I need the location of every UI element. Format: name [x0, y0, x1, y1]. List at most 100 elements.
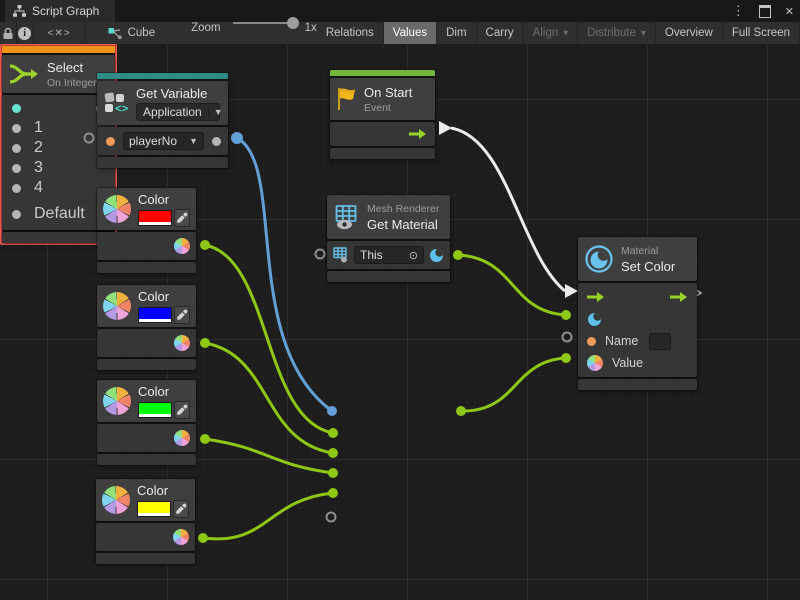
- connections-toggle-button[interactable]: [34, 22, 86, 44]
- port-material-input[interactable]: [587, 312, 602, 327]
- toolbar-button-overview[interactable]: Overview: [656, 22, 723, 44]
- variable-scope-dropdown[interactable]: Application ▼: [136, 103, 220, 121]
- node-header-bar: [330, 70, 435, 76]
- name-input-row: Name: [578, 330, 697, 352]
- port-flow-output[interactable]: [409, 128, 427, 140]
- node-title: On Start: [364, 85, 412, 100]
- color-wheel-icon: [103, 195, 131, 223]
- material-icon: [584, 244, 614, 274]
- color-swatch[interactable]: [138, 210, 172, 226]
- variable-name-value: playerNo: [129, 134, 177, 148]
- color-wheel-icon: [102, 486, 130, 514]
- node-title: Color: [138, 289, 190, 304]
- port-color-output[interactable]: [173, 529, 189, 545]
- node-color-yellow[interactable]: Color: [96, 479, 195, 564]
- variable-name-dropdown[interactable]: playerNo ▼: [123, 132, 204, 150]
- node-footer: [330, 148, 435, 159]
- toolbar-button-carry[interactable]: Carry: [477, 22, 524, 44]
- port-color-output[interactable]: [174, 238, 190, 254]
- toolbar-button-align[interactable]: Align: [524, 22, 579, 44]
- port-flow-input[interactable]: [587, 291, 605, 303]
- wire-value-blue[interactable]: [205, 343, 333, 453]
- tab-script-graph[interactable]: Script Graph: [5, 0, 115, 22]
- target-picker-icon[interactable]: ⊙: [409, 249, 418, 262]
- maximize-icon[interactable]: [759, 5, 771, 18]
- material-input-row: [578, 308, 697, 330]
- node-color-blue[interactable]: Color: [97, 285, 196, 370]
- node-title: Color: [138, 192, 190, 207]
- wire-value-yellow[interactable]: [203, 493, 333, 539]
- lock-icon: [2, 27, 14, 40]
- node-title: Color: [138, 384, 190, 399]
- wire-cap: [231, 132, 243, 144]
- port-name-input[interactable]: [587, 337, 596, 346]
- toolbar-button-dim[interactable]: Dim: [437, 22, 476, 44]
- wire-flow-onstart[interactable]: [451, 128, 565, 291]
- port-variable-name-input[interactable]: [106, 137, 115, 146]
- wire-value-material[interactable]: [458, 255, 566, 315]
- name-field[interactable]: [649, 333, 671, 350]
- graph-breadcrumb-icon: [108, 27, 122, 40]
- port-color-output[interactable]: [174, 430, 190, 446]
- graph-canvas[interactable]: <> Get Variable Application ▼ playerNo ▼: [0, 44, 800, 600]
- node-get-material[interactable]: Mesh Renderer Get Material This ⊙: [327, 195, 450, 282]
- node-set-color[interactable]: Material Set Color Name: [578, 237, 697, 390]
- port-label: Name: [605, 334, 638, 348]
- mesh-renderer-icon: [333, 204, 360, 231]
- node-subtitle: Event: [364, 102, 412, 114]
- eyedropper-icon[interactable]: [174, 401, 190, 419]
- info-button[interactable]: i: [17, 22, 34, 44]
- node-footer: [97, 262, 196, 273]
- node-title: Get Material: [367, 217, 439, 232]
- graph-toolbar: i Cube Zoom 1x Relations Values Dim Carr…: [0, 22, 800, 45]
- wire-value-green[interactable]: [205, 439, 333, 473]
- flag-icon: [336, 87, 357, 111]
- eyedropper-icon[interactable]: [173, 500, 189, 518]
- port-variable-output[interactable]: [212, 137, 221, 146]
- node-get-variable[interactable]: <> Get Variable Application ▼ playerNo ▼: [97, 73, 228, 168]
- zoom-label: Zoom: [191, 22, 220, 44]
- eyedropper-icon[interactable]: [174, 306, 190, 324]
- graph-tree-icon: [13, 5, 26, 17]
- zoom-slider[interactable]: [233, 22, 295, 24]
- zoom-slider-handle[interactable]: [287, 17, 299, 29]
- variables-icon: <>: [103, 90, 129, 116]
- node-footer: [97, 359, 196, 370]
- zoom-value: 1x: [305, 22, 317, 44]
- eyedropper-icon[interactable]: [174, 209, 190, 227]
- toolbar-button-values[interactable]: Values: [384, 22, 437, 44]
- color-swatch[interactable]: [137, 501, 171, 517]
- target-field[interactable]: This ⊙: [354, 246, 424, 264]
- wire-cap: [327, 406, 337, 416]
- kebab-menu-icon[interactable]: [732, 2, 745, 20]
- wire-value-select-out[interactable]: [461, 358, 566, 411]
- chevron-down-icon: ▼: [183, 136, 198, 146]
- lock-button[interactable]: [0, 22, 17, 44]
- toolbar-button-distribute[interactable]: Distribute: [578, 22, 656, 44]
- chevron-down-icon: ▼: [208, 107, 223, 117]
- color-swatch[interactable]: [138, 402, 172, 418]
- breadcrumb[interactable]: Cube: [108, 22, 156, 44]
- port-color-output[interactable]: [174, 335, 190, 351]
- node-on-start[interactable]: On Start Event: [330, 70, 435, 159]
- node-title: Set Color: [621, 259, 675, 274]
- node-footer: [97, 157, 228, 168]
- node-footer: [327, 271, 450, 282]
- toolbar-button-relations[interactable]: Relations: [317, 22, 384, 44]
- wire-arrowhead: [439, 121, 452, 135]
- node-color-red[interactable]: Color: [97, 188, 196, 273]
- color-wheel-icon: [103, 387, 131, 415]
- node-header-bar: [97, 73, 228, 79]
- color-swatch[interactable]: [138, 307, 172, 323]
- close-icon[interactable]: [785, 2, 794, 20]
- port-value-input[interactable]: [587, 355, 603, 371]
- port-material-output[interactable]: [429, 248, 444, 263]
- color-wheel-icon: [103, 292, 131, 320]
- variable-scope-value: Application: [143, 105, 202, 119]
- node-color-green[interactable]: Color: [97, 380, 196, 465]
- port-flow-output[interactable]: [670, 291, 688, 303]
- toolbar-button-fullscreen[interactable]: Full Screen: [723, 22, 800, 44]
- node-footer: [578, 379, 697, 390]
- window-tab-bar: Script Graph: [0, 0, 800, 22]
- wire-int-playerno[interactable]: [237, 138, 332, 411]
